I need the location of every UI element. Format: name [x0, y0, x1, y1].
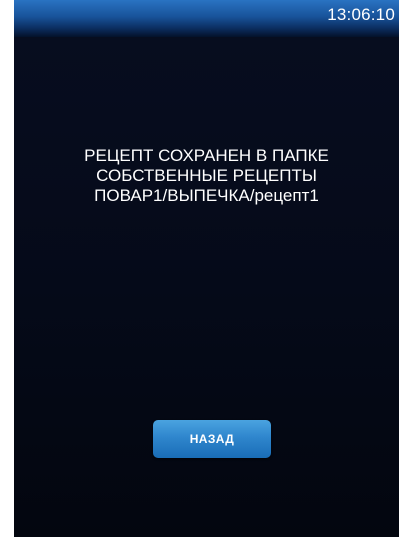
- back-button[interactable]: НАЗАД: [153, 420, 271, 458]
- clock: 13:06:10: [327, 5, 395, 24]
- message-line: РЕЦЕПТ СОХРАНЕН В ПАПКЕ: [84, 146, 329, 165]
- save-confirmation-message: РЕЦЕПТ СОХРАНЕН В ПАПКЕ СОБСТВЕННЫЕ РЕЦЕ…: [14, 146, 399, 206]
- main-screen: [14, 37, 399, 537]
- message-line: СОБСТВЕННЫЕ РЕЦЕПТЫ: [96, 166, 317, 185]
- message-line: ПОВАР1/ВЫПЕЧКА/рецепт1: [94, 186, 319, 205]
- status-bar: 13:06:10: [14, 0, 399, 37]
